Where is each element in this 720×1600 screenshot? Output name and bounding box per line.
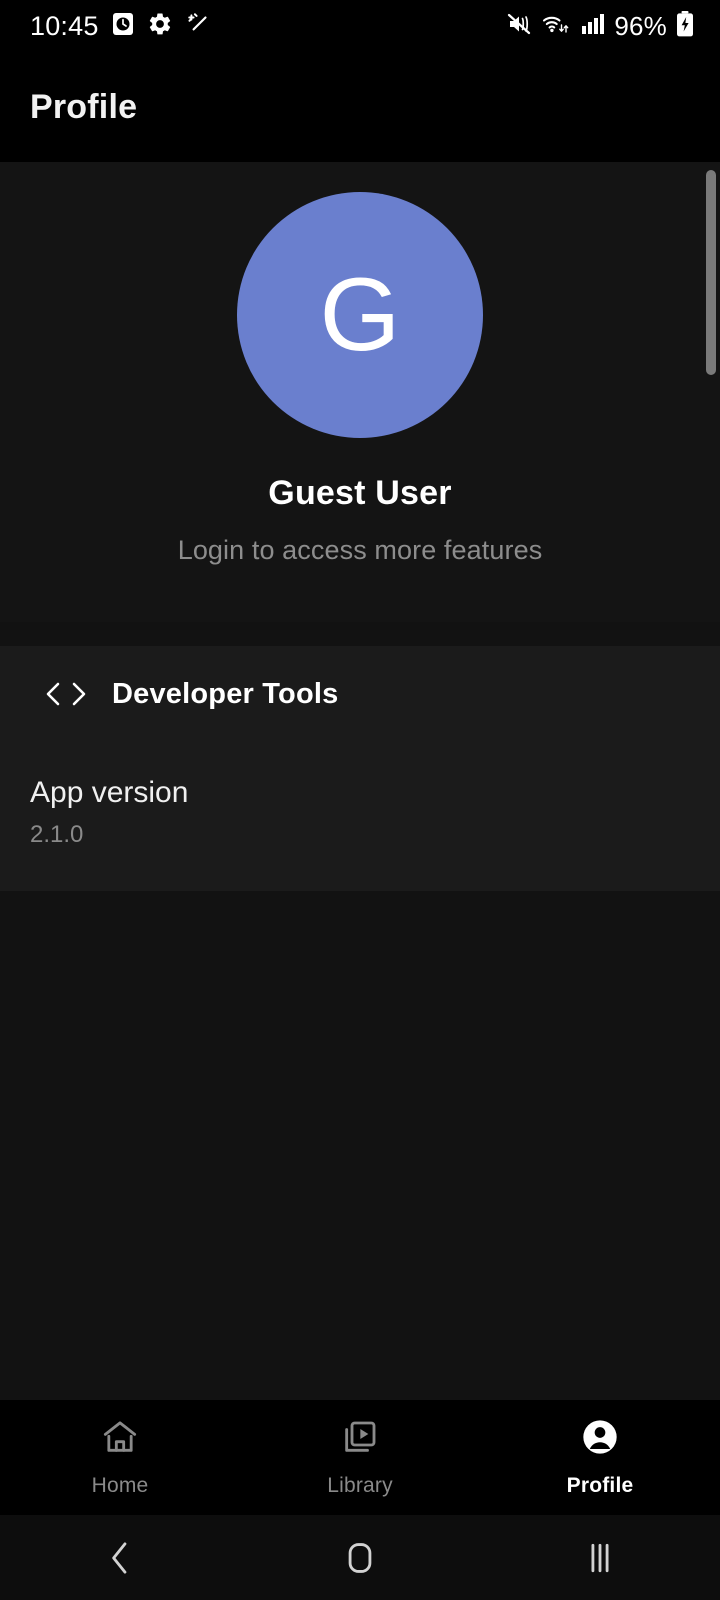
scrollbar-thumb[interactable]: [706, 170, 716, 375]
magic-wand-icon: [186, 11, 212, 42]
app-version-label: App version: [30, 776, 189, 809]
battery-charging-icon: [676, 10, 694, 42]
bottom-navigation: Home Library Profile: [0, 1400, 720, 1515]
account-circle-icon: [580, 1417, 620, 1462]
menu-item-label: Developer Tools: [112, 677, 339, 710]
user-name: Guest User: [268, 474, 452, 512]
tab-profile-label: Profile: [566, 1474, 634, 1497]
app-bar: Profile: [0, 52, 720, 162]
tab-home-label: Home: [91, 1474, 149, 1497]
wifi-icon: [542, 12, 572, 41]
alarm-clock-icon: [112, 11, 134, 42]
battery-percent-label: 96%: [614, 10, 667, 41]
status-bar-left: 10:45: [30, 11, 212, 42]
scroll-content[interactable]: G Guest User Login to access more featur…: [0, 162, 720, 1400]
system-recents-button[interactable]: [480, 1539, 720, 1577]
app-version-value: 2.1.0: [30, 821, 84, 848]
tab-home[interactable]: Home: [0, 1417, 240, 1498]
code-icon: [40, 677, 92, 711]
video-library-icon: [340, 1417, 380, 1462]
app-version-row: App version 2.1.0: [0, 742, 720, 891]
system-home-button[interactable]: [240, 1539, 480, 1577]
profile-header-block: G Guest User Login to access more featur…: [0, 162, 720, 622]
home-icon: [100, 1417, 140, 1462]
mute-vibrate-icon: [507, 12, 533, 41]
phone-screen: 10:45 96% Profile G Guest User Login to …: [0, 0, 720, 1600]
menu-item-developer-tools[interactable]: Developer Tools: [0, 646, 720, 742]
avatar[interactable]: G: [237, 192, 483, 438]
tab-library-label: Library: [327, 1474, 393, 1497]
section-gap: [0, 622, 720, 646]
tab-library[interactable]: Library: [240, 1417, 480, 1498]
user-subtitle: Login to access more features: [177, 535, 543, 565]
tab-profile[interactable]: Profile: [480, 1417, 720, 1498]
status-bar-clock: 10:45: [30, 10, 99, 41]
status-bar: 10:45 96%: [0, 0, 720, 52]
system-navigation-bar: [0, 1515, 720, 1600]
page-title: Profile: [30, 87, 138, 126]
cellular-signal-icon: [581, 13, 605, 40]
avatar-initial: G: [319, 257, 401, 373]
status-bar-right: 96%: [507, 10, 694, 42]
gear-icon: [147, 11, 173, 42]
system-back-button[interactable]: [0, 1539, 240, 1577]
